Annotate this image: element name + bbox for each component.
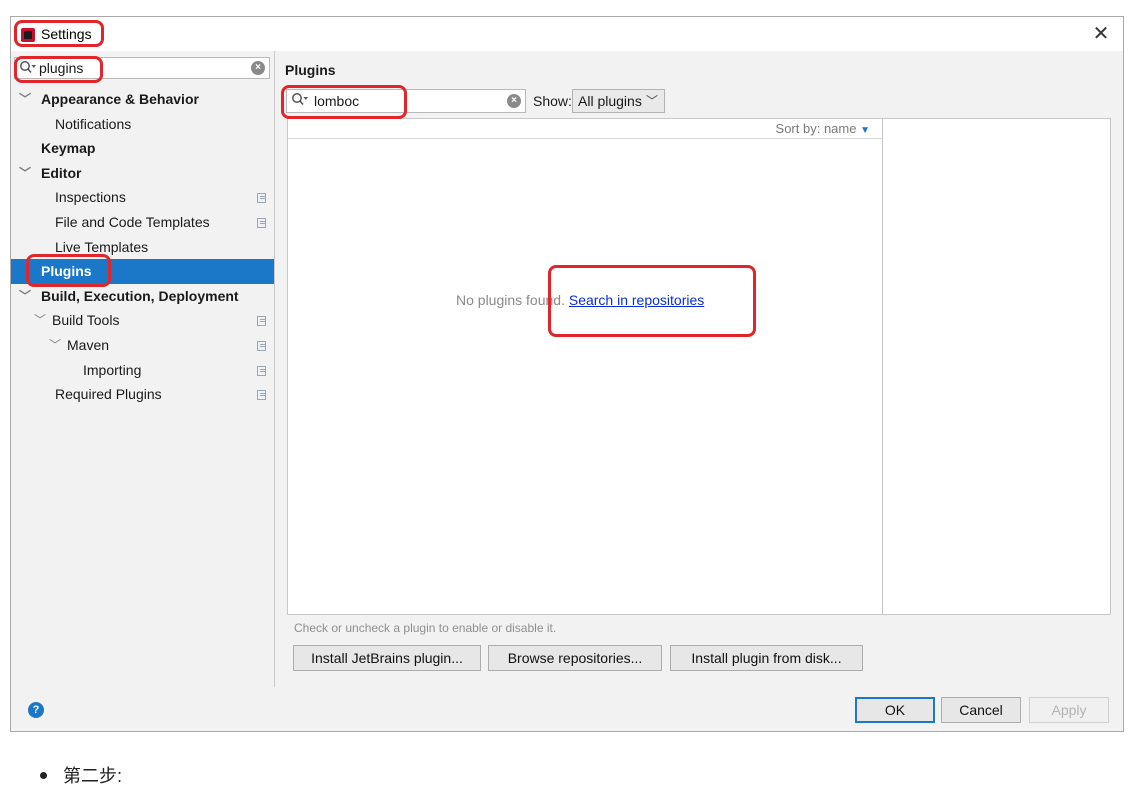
sidebar-item-plugins[interactable]: Plugins <box>11 259 274 284</box>
sidebar-item-build-tools[interactable]: ﹀ Build Tools <box>11 308 274 333</box>
ok-button[interactable]: OK <box>855 697 935 723</box>
sidebar-item-label: Inspections <box>55 189 126 206</box>
step-text: 第二步: <box>63 766 123 786</box>
title-bar: Settings ✕ <box>11 17 1123 51</box>
project-scope-icon <box>257 217 266 228</box>
settings-search-input[interactable]: plugins × <box>14 57 270 79</box>
app-icon <box>21 28 35 42</box>
sort-label: Sort by: name <box>775 121 857 136</box>
install-plugin-from-disk-button[interactable]: Install plugin from disk... <box>670 645 863 671</box>
settings-search-value: plugins <box>39 60 84 76</box>
install-jetbrains-plugin-button[interactable]: Install JetBrains plugin... <box>293 645 481 671</box>
sidebar-item-label: Notifications <box>55 115 132 132</box>
project-scope-icon <box>257 390 266 401</box>
project-scope-icon <box>257 365 266 376</box>
sidebar-item-editor[interactable]: ﹀ Editor <box>11 161 274 186</box>
sidebar-item-file-and-code-templates[interactable]: File and Code Templates <box>11 210 274 235</box>
sidebar-item-label: Appearance & Behavior <box>41 91 199 107</box>
sidebar-item-live-templates[interactable]: Live Templates <box>11 235 274 260</box>
browse-repositories-button[interactable]: Browse repositories... <box>488 645 662 671</box>
search-icon <box>292 93 308 106</box>
clear-search-icon[interactable]: × <box>251 61 265 75</box>
search-in-repositories-link[interactable]: Search in repositories <box>569 292 704 308</box>
sidebar-item-maven[interactable]: ﹀ Maven <box>11 333 274 358</box>
sidebar-item-required-plugins[interactable]: Required Plugins <box>11 382 274 407</box>
chevron-down-icon[interactable]: ﹀ <box>49 333 61 358</box>
sort-header: Sort by: name ▼ <box>288 119 882 139</box>
hint-text: Check or uncheck a plugin to enable or d… <box>294 621 557 635</box>
chevron-down-icon[interactable]: ﹀ <box>19 284 31 309</box>
sidebar-item-label: Required Plugins <box>55 386 162 403</box>
settings-dialog: Settings ✕ plugins × ﹀ Appearance & Behav… <box>10 16 1124 732</box>
sidebar-item-label: Keymap <box>41 140 96 157</box>
sidebar-item-label: Build Tools <box>52 312 120 329</box>
project-scope-icon <box>257 193 266 204</box>
show-label: Show: <box>533 93 572 109</box>
settings-sidebar: plugins × ﹀ Appearance & Behavior Notifica… <box>11 51 275 687</box>
page-title: Plugins <box>285 62 336 78</box>
plugin-search-value: lomboc <box>314 93 360 109</box>
sidebar-item-notifications[interactable]: Notifications <box>11 112 274 137</box>
sort-arrow-icon: ▼ <box>860 125 870 136</box>
step-caption: 第二步: <box>40 762 122 788</box>
sidebar-item-label: Plugins <box>41 263 92 280</box>
search-icon <box>20 61 36 74</box>
chevron-down-icon[interactable]: ﹀ <box>19 87 31 112</box>
chevron-down-icon[interactable]: ﹀ <box>19 161 31 186</box>
sidebar-item-importing[interactable]: Importing <box>11 358 274 383</box>
sidebar-item-label: File and Code Templates <box>55 213 210 230</box>
plugins-page: Plugins lomboc × Show: All plugins ﹀ Sor… <box>276 51 1125 687</box>
empty-message: No plugins found. Search in repositories <box>456 292 704 308</box>
close-icon[interactable]: ✕ <box>1091 23 1111 45</box>
apply-button: Apply <box>1029 697 1109 723</box>
plugin-list: Sort by: name ▼ No plugins found. Search… <box>287 118 883 615</box>
sidebar-item-label: Importing <box>83 361 142 378</box>
sidebar-item-label: Maven <box>67 336 110 353</box>
sidebar-item-keymap[interactable]: Keymap <box>11 136 274 161</box>
plugin-details-pane <box>883 118 1111 615</box>
project-scope-icon <box>257 316 266 327</box>
chevron-down-icon[interactable]: ﹀ <box>34 308 46 333</box>
clear-plugin-search-icon[interactable]: × <box>507 94 521 108</box>
project-scope-icon <box>257 340 266 351</box>
sidebar-item-build-execution-deployment[interactable]: ﹀ Build, Execution, Deployment <box>11 284 274 309</box>
sidebar-item-label: Live Templates <box>55 238 149 255</box>
sidebar-item-inspections[interactable]: Inspections <box>11 185 274 210</box>
settings-tree: ﹀ Appearance & Behavior Notifications Keyma… <box>11 87 274 407</box>
sidebar-item-appearance-behavior[interactable]: ﹀ Appearance & Behavior <box>11 87 274 112</box>
cancel-button[interactable]: Cancel <box>941 697 1021 723</box>
show-filter-value: All plugins <box>578 93 642 109</box>
bullet-icon <box>40 771 47 779</box>
plugin-search-input[interactable]: lomboc × <box>286 89 526 113</box>
empty-text: No plugins found. <box>456 292 565 308</box>
sidebar-item-label: Build, Execution, Deployment <box>41 287 239 304</box>
chevron-down-icon: ﹀ <box>645 94 658 108</box>
sort-by-button[interactable]: Sort by: name ▼ <box>776 121 870 136</box>
sidebar-item-label: Editor <box>41 164 82 181</box>
show-filter-select[interactable]: All plugins ﹀ <box>572 89 665 113</box>
window-title: Settings <box>41 26 92 42</box>
help-icon[interactable]: ? <box>28 702 44 718</box>
